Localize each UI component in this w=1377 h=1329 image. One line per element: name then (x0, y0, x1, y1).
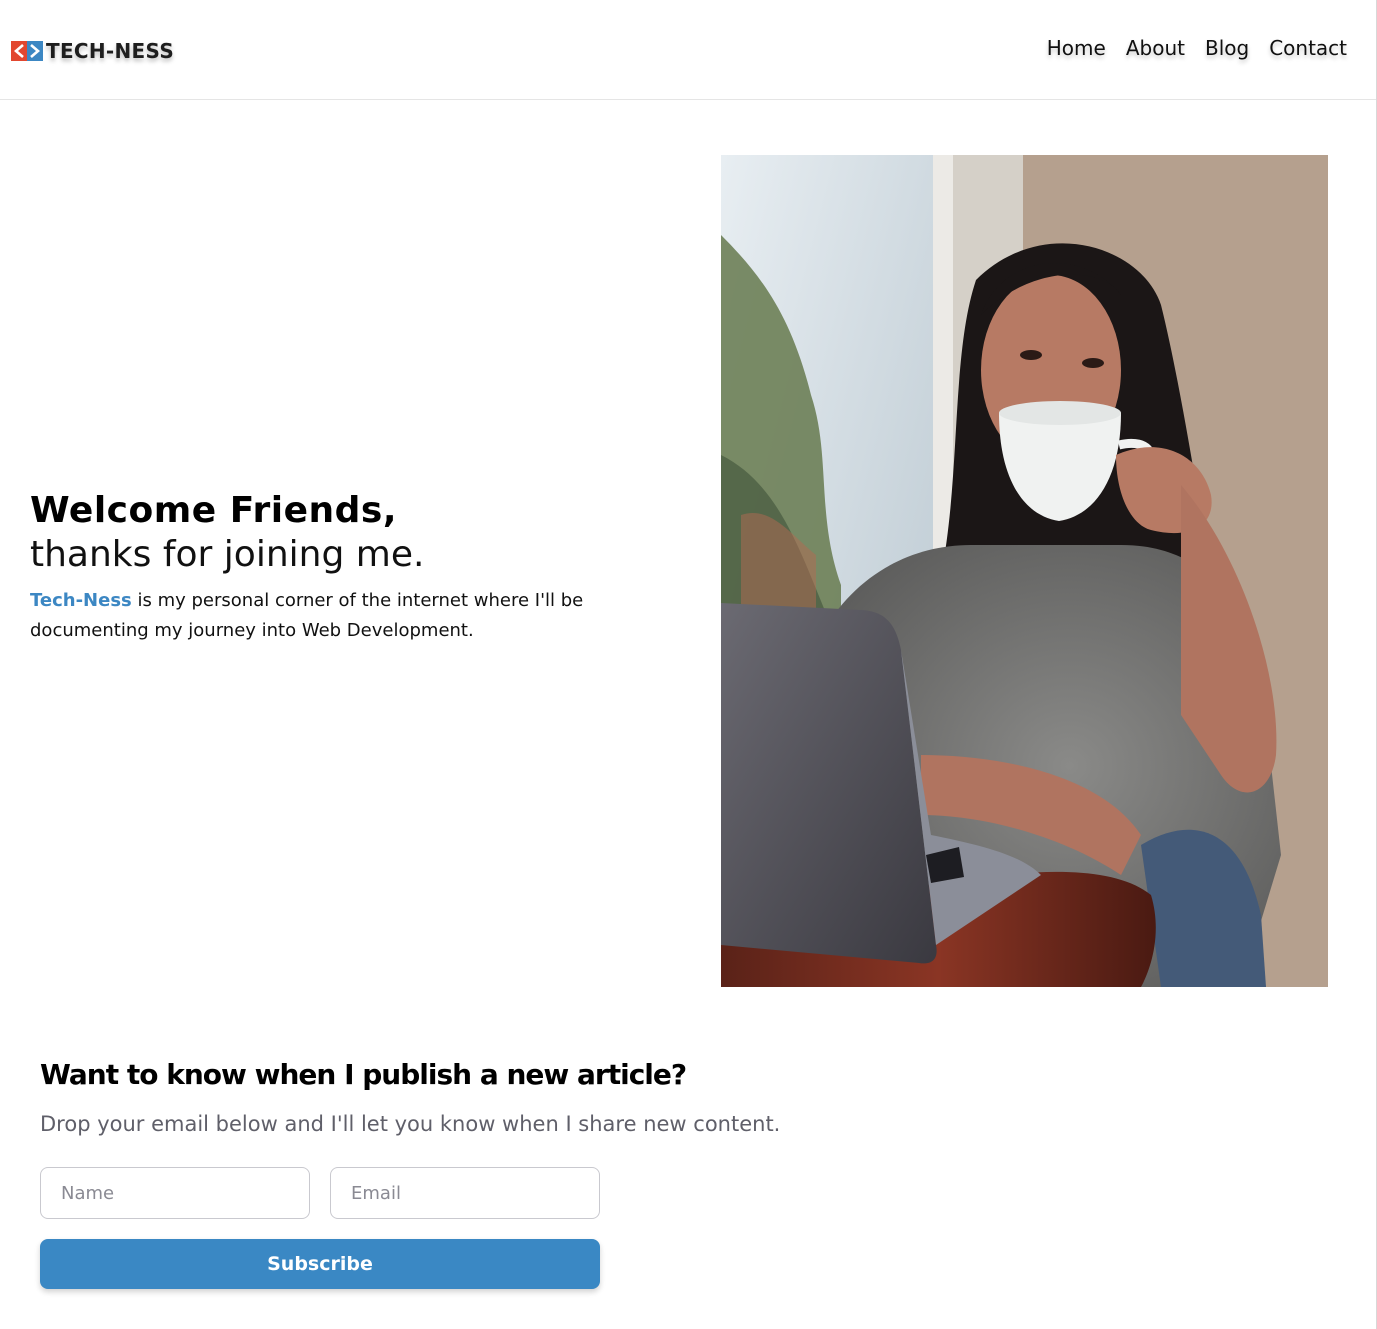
email-input[interactable] (330, 1167, 600, 1219)
hero-title: Welcome Friends, (30, 490, 398, 531)
site-logo[interactable]: TECH-NESS (11, 38, 174, 64)
nav-about[interactable]: About (1126, 36, 1185, 60)
subscribe-title: Want to know when I publish a new articl… (40, 1058, 687, 1091)
subscribe-description: Drop your email below and I'll let you k… (40, 1112, 781, 1136)
subscribe-button[interactable]: Subscribe (40, 1239, 600, 1289)
nav-home[interactable]: Home (1047, 36, 1106, 60)
brand-name: Tech-Ness (30, 590, 132, 611)
hero-subtitle: thanks for joining me. (30, 534, 425, 575)
hero-text: Welcome Friends, thanks for joining me. … (30, 490, 670, 646)
hero-intro: Tech-Ness is my personal corner of the i… (30, 586, 670, 646)
name-input[interactable] (40, 1167, 310, 1219)
author-photo-illustration (721, 155, 1328, 987)
nav-contact[interactable]: Contact (1269, 36, 1347, 60)
main-nav: Home About Blog Contact (1047, 36, 1347, 60)
author-photo (721, 155, 1328, 987)
code-brackets-icon (11, 41, 43, 61)
site-header: TECH-NESS Home About Blog Contact (0, 0, 1377, 100)
nav-blog[interactable]: Blog (1205, 36, 1249, 60)
logo-text: TECH-NESS (46, 39, 175, 63)
